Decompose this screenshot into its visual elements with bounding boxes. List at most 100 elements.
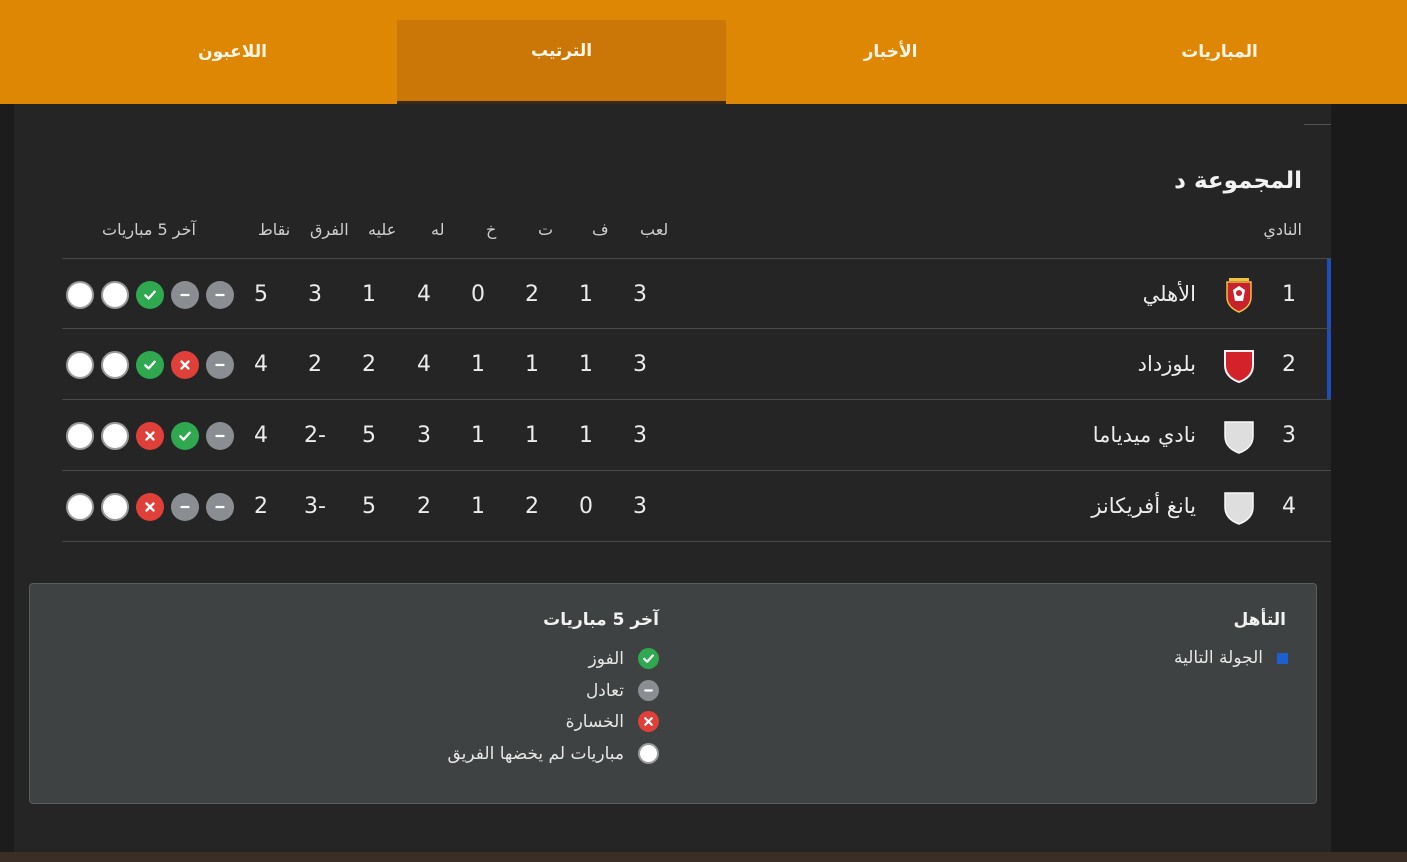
tab-label: الترتيب (530, 40, 593, 61)
stat-drawn: 1 (525, 352, 539, 377)
team-name[interactable]: بلوزداد (1138, 329, 1196, 400)
empty-circle-icon (101, 281, 129, 309)
white-shield-crest-icon (1223, 418, 1255, 454)
header-club: النادي (1263, 220, 1302, 239)
header-form: آخر 5 مباريات (102, 220, 196, 239)
legend-label: تعادل (585, 680, 624, 701)
stat-ga: 5 (362, 494, 376, 519)
draw-dash-icon (171, 493, 199, 521)
stat-lost: 1 (471, 352, 485, 377)
side-strip (1331, 104, 1407, 862)
tab-players[interactable]: اللاعبون (68, 0, 397, 104)
stat-pts: 5 (254, 282, 268, 307)
header-won: ف (592, 220, 609, 239)
stat-won: 0 (579, 494, 593, 519)
empty-circle-icon (101, 351, 129, 379)
form-guide (66, 493, 236, 521)
red-shield-crest-icon (1223, 347, 1255, 384)
form-guide (66, 422, 236, 450)
position: 3 (1282, 423, 1296, 448)
divider (1304, 124, 1331, 125)
header-goals-for: له (431, 220, 445, 239)
qualified-indicator (1327, 259, 1331, 328)
stat-played: 3 (633, 423, 647, 448)
loss-x-icon (136, 493, 164, 521)
empty-circle-icon (66, 351, 94, 379)
stat-played: 3 (633, 282, 647, 307)
legend-label: الخسارة (565, 711, 624, 732)
draw-dash-icon (206, 422, 234, 450)
header-points: نقاط (258, 220, 291, 239)
stat-won: 1 (579, 423, 593, 448)
form-guide (66, 281, 236, 309)
draw-dash-icon (171, 281, 199, 309)
legend-none: مباريات لم يخضها الفريق (448, 743, 659, 764)
stat-drawn: 2 (525, 282, 539, 307)
header-goals-against: عليه (368, 220, 397, 239)
tab-label: المباريات (1181, 42, 1258, 62)
win-check-icon (638, 648, 659, 669)
standings-page: المباريات الأخبار الترتيب اللاعبون المجم… (0, 0, 1407, 862)
stat-gd: -3 (304, 494, 326, 519)
stat-lost: 0 (471, 282, 485, 307)
stat-drawn: 2 (525, 494, 539, 519)
stat-won: 1 (579, 282, 593, 307)
tab-matches[interactable]: المباريات (1055, 0, 1384, 104)
stat-pts: 4 (254, 423, 268, 448)
stat-gd: 3 (308, 282, 322, 307)
legend-qual-title: التأهل (1233, 610, 1287, 630)
header-goal-diff: الفرق (310, 220, 349, 239)
empty-circle-icon (66, 493, 94, 521)
legend-win: الفوز (589, 648, 659, 669)
legend-qual-item: الجولة التالية (1174, 648, 1288, 668)
header-drawn: ت (538, 220, 554, 239)
stat-gf: 3 (417, 423, 431, 448)
table-row[interactable]: 1 الأهلي 3 1 2 0 4 1 3 5 (62, 258, 1331, 329)
loss-x-icon (171, 351, 199, 379)
stat-drawn: 1 (525, 423, 539, 448)
team-name[interactable]: نادي ميدياما (1093, 400, 1196, 471)
table-row[interactable]: 3 نادي ميدياما 3 1 1 1 3 5 -2 4 (62, 400, 1331, 471)
empty-circle-icon (638, 743, 659, 764)
table-row[interactable]: 4 يانغ أفريكانز 3 0 2 1 2 5 -3 2 (62, 471, 1331, 542)
tab-news[interactable]: الأخبار (726, 0, 1055, 104)
group-title: المجموعة د (1174, 168, 1302, 194)
table-row[interactable]: 2 بلوزداد 3 1 1 1 4 2 2 4 (62, 329, 1331, 400)
team-name[interactable]: الأهلي (1143, 259, 1196, 330)
stat-pts: 4 (254, 352, 268, 377)
position: 2 (1282, 352, 1296, 377)
al-ahly-crest-icon (1223, 277, 1255, 313)
draw-dash-icon (206, 351, 234, 379)
tab-standings[interactable]: الترتيب (397, 20, 726, 104)
draw-dash-icon (638, 680, 659, 701)
white-shield-crest-icon (1223, 489, 1255, 525)
tab-label: اللاعبون (198, 42, 267, 62)
loss-x-icon (638, 711, 659, 732)
header-played: لعب (640, 220, 669, 239)
legend-label: الجولة التالية (1174, 648, 1263, 668)
header-lost: خ (486, 220, 497, 239)
stat-gf: 2 (417, 494, 431, 519)
legend-form-title: آخر 5 مباريات (543, 610, 659, 630)
stat-gd: 2 (308, 352, 322, 377)
legend-loss: الخسارة (566, 711, 659, 732)
tab-label: الأخبار (863, 42, 918, 62)
win-check-icon (136, 351, 164, 379)
legend-box: التأهل الجولة التالية آخر 5 مباريات الفو… (29, 583, 1317, 804)
legend-draw: تعادل (586, 680, 659, 701)
empty-circle-icon (101, 493, 129, 521)
stat-ga: 5 (362, 423, 376, 448)
form-guide (66, 351, 236, 379)
stat-gd: -2 (304, 423, 326, 448)
win-check-icon (171, 422, 199, 450)
tab-bar: المباريات الأخبار الترتيب اللاعبون (0, 0, 1407, 104)
qualified-indicator (1327, 329, 1331, 399)
qualified-square-icon (1277, 652, 1288, 664)
position: 1 (1282, 282, 1296, 307)
stat-ga: 1 (362, 282, 376, 307)
empty-circle-icon (66, 422, 94, 450)
loss-x-icon (136, 422, 164, 450)
position: 4 (1282, 494, 1296, 519)
team-name[interactable]: يانغ أفريكانز (1091, 471, 1196, 542)
stat-played: 3 (633, 494, 647, 519)
